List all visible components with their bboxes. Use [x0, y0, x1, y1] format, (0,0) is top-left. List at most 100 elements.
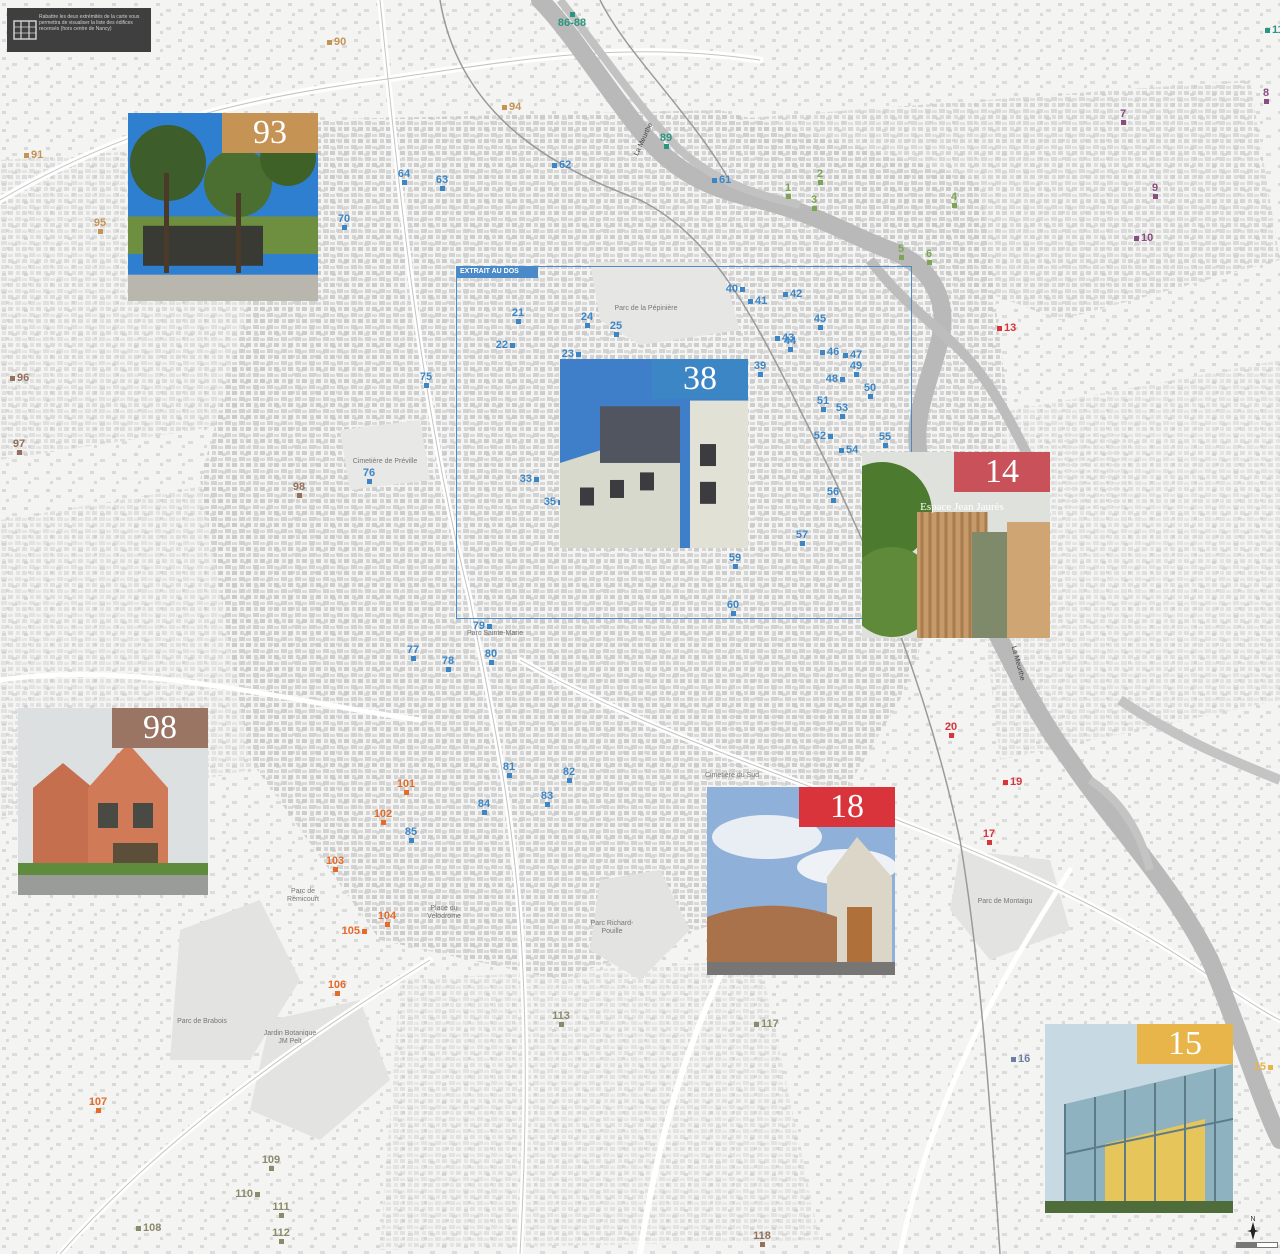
map-marker[interactable]: 2 — [798, 168, 842, 185]
map-marker[interactable]: 104 — [365, 910, 409, 927]
map-marker[interactable]: 105 — [342, 925, 367, 937]
map-marker[interactable]: 6 — [907, 248, 951, 265]
map-marker[interactable]: 86-88 — [550, 12, 594, 29]
map-marker[interactable]: 81 — [487, 761, 531, 778]
map-marker[interactable]: 98 — [277, 481, 321, 498]
map-marker[interactable]: 106 — [315, 979, 359, 996]
map-marker[interactable]: 3 — [792, 194, 836, 211]
marker-square-icon — [1011, 1056, 1016, 1062]
marker-square-icon — [488, 660, 494, 665]
marker-square-icon — [1152, 194, 1158, 199]
map-marker[interactable]: 45 — [798, 313, 842, 330]
map-marker[interactable]: 63 — [420, 174, 464, 191]
map-marker[interactable]: 91 — [24, 149, 43, 161]
map-marker[interactable]: 21 — [496, 307, 540, 324]
marker-label: 105 — [341, 925, 360, 938]
map-marker[interactable]: 108 — [136, 1222, 161, 1234]
map-marker[interactable]: 4 — [932, 191, 976, 208]
extract-label: EXTRAIT AU DOS — [456, 266, 538, 278]
marker-label: 111 — [272, 1201, 290, 1213]
map-marker[interactable]: 42 — [783, 288, 802, 300]
marker-label: 33 — [519, 473, 532, 486]
map-marker[interactable]: 40 — [726, 283, 745, 295]
map-marker[interactable]: 56 — [811, 486, 855, 503]
map-marker[interactable]: 59 — [713, 552, 757, 569]
map-marker[interactable]: 16 — [1011, 1053, 1030, 1065]
map-marker[interactable]: 89 — [644, 132, 688, 149]
map-marker[interactable]: 20 — [929, 721, 973, 738]
map-marker[interactable]: 49 — [834, 360, 878, 377]
map-marker[interactable]: 25 — [594, 320, 638, 337]
marker-square-icon — [1265, 27, 1270, 33]
marker-square-icon — [898, 255, 904, 260]
map-marker[interactable]: 50 — [848, 382, 892, 399]
map-marker[interactable]: 8 — [1244, 87, 1280, 104]
map-marker[interactable]: 112 — [259, 1227, 303, 1244]
map-marker[interactable]: 111 — [259, 1201, 303, 1218]
photo-badge: 93 — [222, 113, 318, 153]
map-marker[interactable]: 33 — [520, 473, 539, 485]
marker-square-icon — [740, 286, 745, 292]
map-marker[interactable]: 107 — [76, 1096, 120, 1113]
marker-label: 81 — [502, 761, 516, 773]
map-marker[interactable]: 19 — [1003, 776, 1022, 788]
map-marker[interactable]: 53 — [820, 402, 864, 419]
marker-label: 21 — [511, 307, 525, 319]
map-marker[interactable]: 80 — [469, 648, 513, 665]
map-canvas[interactable]: Rabattre les deux extrémités de la carte… — [0, 0, 1280, 1254]
map-marker[interactable]: 9 — [1133, 182, 1177, 199]
map-marker[interactable]: 109 — [249, 1154, 293, 1171]
building-photo[interactable]: 15 — [1045, 1024, 1233, 1213]
map-marker[interactable]: 85 — [389, 826, 433, 843]
marker-label: 15 — [1253, 1061, 1266, 1074]
map-marker[interactable]: 17 — [967, 828, 1011, 845]
marker-label: 117 — [761, 1018, 779, 1031]
map-marker[interactable]: 97 — [0, 438, 41, 455]
map-marker[interactable]: 90 — [327, 36, 346, 48]
map-marker[interactable]: 79 — [473, 620, 492, 632]
marker-square-icon — [566, 778, 572, 783]
map-marker[interactable]: 113 — [539, 1010, 583, 1027]
map-marker[interactable]: 60 — [711, 599, 755, 616]
map-marker[interactable]: 84 — [462, 798, 506, 815]
map-marker[interactable]: 110 — [235, 1188, 260, 1200]
map-marker[interactable]: 118 — [740, 1230, 784, 1247]
map-marker[interactable]: 13 — [997, 322, 1016, 334]
map-marker[interactable]: 41 — [748, 295, 767, 307]
building-photo[interactable]: 18 — [707, 787, 895, 975]
map-marker[interactable]: 96 — [10, 372, 29, 384]
map-marker[interactable]: 22 — [496, 339, 515, 351]
map-marker[interactable]: 76 — [347, 467, 391, 484]
map-marker[interactable]: 94 — [502, 101, 521, 113]
map-marker[interactable]: 95 — [78, 217, 122, 234]
marker-label: 103 — [325, 855, 345, 867]
map-marker[interactable]: 103 — [313, 855, 357, 872]
map-marker[interactable]: 15 — [1254, 1061, 1273, 1073]
map-marker[interactable]: 70 — [322, 213, 366, 230]
map-marker[interactable]: 57 — [780, 529, 824, 546]
map-marker[interactable]: 102 — [361, 808, 405, 825]
map-marker[interactable]: 44 — [768, 335, 812, 352]
map-marker[interactable]: 54 — [839, 444, 858, 456]
map-marker[interactable]: 82 — [547, 766, 591, 783]
map-marker[interactable]: 10 — [1134, 232, 1153, 244]
map-marker[interactable]: 83 — [525, 790, 569, 807]
building-photo[interactable]: 93 — [128, 113, 318, 301]
marker-square-icon — [366, 479, 372, 484]
map-marker[interactable]: 55 — [863, 431, 907, 448]
marker-square-icon — [839, 414, 845, 419]
map-marker[interactable]: 101 — [384, 778, 428, 795]
building-photo[interactable]: 38 — [560, 359, 748, 548]
map-marker[interactable]: 7 — [1101, 108, 1145, 125]
map-marker[interactable]: 117 — [754, 1018, 779, 1030]
map-marker[interactable]: 75 — [404, 371, 448, 388]
map-marker[interactable]: 52 — [814, 430, 833, 442]
map-marker[interactable]: 78 — [426, 655, 470, 672]
map-marker[interactable]: 11-12 — [1265, 24, 1280, 36]
building-photo[interactable]: 98 — [18, 708, 208, 895]
building-photo[interactable]: Espace Jean Jaurès 14 — [862, 452, 1050, 638]
map-marker[interactable]: 62 — [552, 159, 571, 171]
map-marker[interactable]: 46 — [820, 346, 839, 358]
map-marker[interactable]: 61 — [712, 174, 731, 186]
marker-label: 78 — [441, 655, 455, 667]
